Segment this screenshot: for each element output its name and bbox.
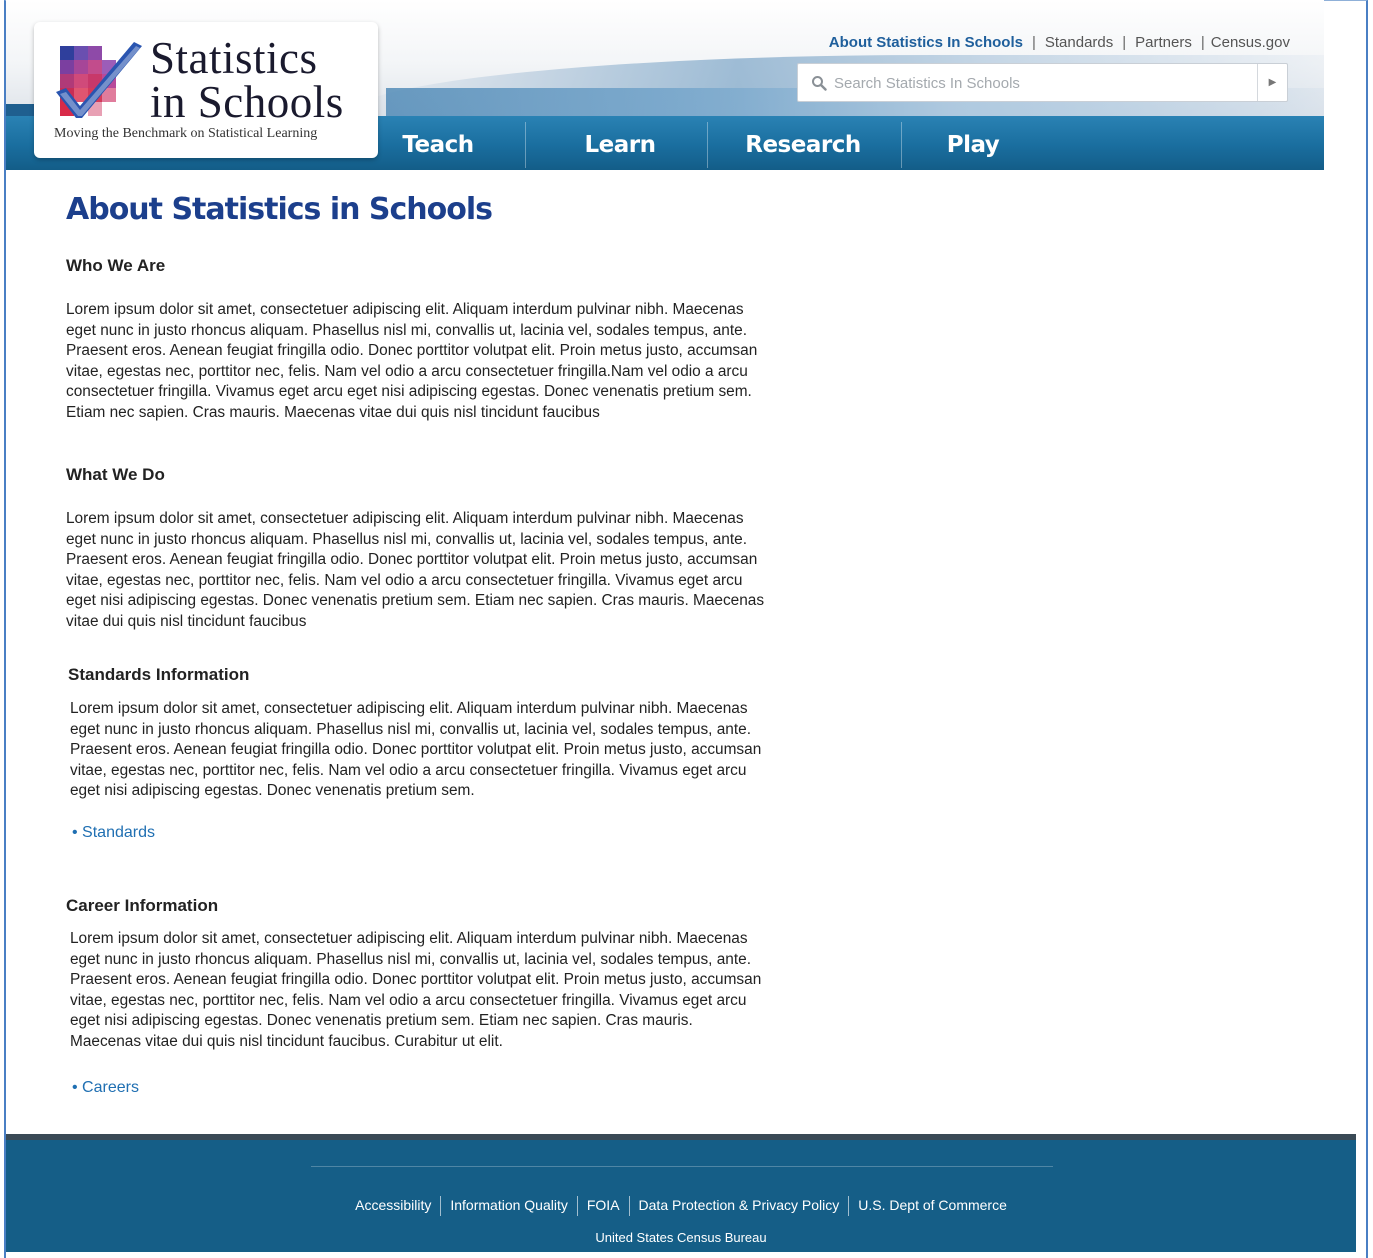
nav-learn[interactable]: Learn bbox=[546, 122, 694, 168]
site-footer: Accessibility Information Quality FOIA Data… bbox=[6, 1134, 1356, 1252]
text-line: Maecenas vitae dui quis nisl tincidunt f… bbox=[70, 1032, 503, 1050]
text-line: eget nisi adipiscing egestas. Donec vene… bbox=[66, 592, 765, 610]
nav-teach[interactable]: Teach bbox=[370, 122, 506, 168]
section-text-who-we-are: Lorem ipsum dolor sit amet, consectetuer… bbox=[66, 300, 841, 424]
text-line: Praesent eros. Aenean feugiat fringilla … bbox=[66, 551, 758, 569]
nav-play[interactable]: Play bbox=[906, 122, 1040, 168]
section-text-standards-information: Lorem ipsum dolor sit amet, consectetuer… bbox=[70, 699, 845, 802]
footer-link-dept-of-commerce[interactable]: U.S. Dept of Commerce bbox=[849, 1197, 1016, 1213]
nav-separator bbox=[525, 122, 526, 168]
section-heading-career-information: Career Information bbox=[66, 896, 219, 915]
footer-links: Accessibility Information Quality FOIA Data… bbox=[6, 1196, 1356, 1216]
footer-link-privacy-policy[interactable]: Data Protection & Privacy Policy bbox=[630, 1197, 849, 1213]
text-line: eget nunc in justo rhoncus aliquam. Phas… bbox=[70, 950, 751, 968]
link-partners[interactable]: Partners bbox=[1135, 34, 1192, 51]
section-text-what-we-do: Lorem ipsum dolor sit amet, consectetuer… bbox=[66, 509, 856, 633]
text-line: Lorem ipsum dolor sit amet, consectetuer… bbox=[70, 700, 748, 717]
section-heading-what-we-do: What We Do bbox=[66, 465, 165, 484]
footer-link-information-quality[interactable]: Information Quality bbox=[441, 1197, 577, 1213]
text-line: vitae dui quis nisl tincidunt faucibus bbox=[66, 612, 307, 630]
checkmark-logo-icon bbox=[56, 42, 142, 118]
footer-link-foia[interactable]: FOIA bbox=[578, 1197, 629, 1213]
footer-census-bureau[interactable]: United States Census Bureau bbox=[6, 1230, 1356, 1245]
search-input[interactable] bbox=[834, 70, 1244, 96]
section-heading-standards-information: Standards Information bbox=[68, 665, 250, 684]
text-line: Praesent eros. Aenean feugiat fringilla … bbox=[70, 741, 762, 759]
logo-tagline: Moving the Benchmark on Statistical Lear… bbox=[54, 126, 318, 141]
link-standards[interactable]: Standards bbox=[1045, 34, 1113, 51]
site-header: Statistics in Schools Moving the Benchma… bbox=[6, 0, 1324, 170]
arrow-right-icon[interactable]: ▶ bbox=[1257, 64, 1287, 101]
search-box: ▶ bbox=[797, 63, 1288, 102]
careers-link[interactable]: • Careers bbox=[72, 1079, 139, 1097]
text-line: Lorem ipsum dolor sit amet, consectetuer… bbox=[70, 930, 748, 947]
section-text-career-information: Lorem ipsum dolor sit amet, consectetuer… bbox=[70, 929, 845, 1053]
logo-title-line2: in Schools bbox=[150, 77, 344, 127]
site-logo[interactable]: Statistics in Schools Moving the Benchma… bbox=[34, 22, 378, 158]
footer-link-accessibility[interactable]: Accessibility bbox=[346, 1197, 440, 1213]
text-line: eget nunc in justo rhoncus aliquam. Phas… bbox=[70, 720, 751, 738]
standards-link[interactable]: • Standards bbox=[72, 824, 155, 842]
search-icon bbox=[812, 76, 827, 91]
link-about[interactable]: About Statistics In Schools bbox=[829, 34, 1023, 51]
utility-separator: | bbox=[1200, 34, 1205, 51]
text-line: Praesent eros. Aenean feugiat fringilla … bbox=[66, 342, 758, 360]
text-line: eget nunc in justo rhoncus aliquam. Phas… bbox=[66, 530, 747, 548]
text-line: eget nisi adipiscing egestas. Donec vene… bbox=[70, 1012, 693, 1030]
logo-title-line1: Statistics bbox=[150, 33, 318, 83]
nav-separator bbox=[901, 122, 902, 168]
nav-research[interactable]: Research bbox=[728, 122, 878, 168]
text-line: eget nunc in justo rhoncus aliquam. Phas… bbox=[66, 321, 747, 339]
text-line: Etiam nec sapien. Cras mauris. Maecenas … bbox=[66, 403, 600, 421]
footer-divider bbox=[311, 1166, 1053, 1167]
text-line: vitae, egestas nec, porttitor nec, felis… bbox=[66, 362, 748, 380]
link-census-gov[interactable]: Census.gov bbox=[1211, 34, 1290, 51]
text-line: Lorem ipsum dolor sit amet, consectetuer… bbox=[66, 510, 744, 527]
page-title: About Statistics in Schools bbox=[66, 192, 493, 227]
utility-links: About Statistics In Schools | Standards | Pa… bbox=[829, 34, 1290, 51]
utility-separator: | bbox=[1031, 34, 1036, 51]
utility-separator: | bbox=[1122, 34, 1127, 51]
text-line: Lorem ipsum dolor sit amet, consectetuer… bbox=[66, 301, 744, 318]
nav-separator bbox=[707, 122, 708, 168]
text-line: Praesent eros. Aenean feugiat fringilla … bbox=[70, 971, 762, 989]
text-line: consectetuer fringilla. Vivamus eget arc… bbox=[66, 383, 752, 401]
section-heading-who-we-are: Who We Are bbox=[66, 256, 166, 275]
text-line: eget nisi adipiscing egestas. Donec vene… bbox=[70, 782, 475, 800]
text-line: vitae, egestas nec, porttitor nec, felis… bbox=[70, 991, 747, 1009]
text-line: vitae, egestas nec, porttitor nec, felis… bbox=[70, 761, 747, 779]
text-line: vitae, egestas nec, porttitor nec, felis… bbox=[66, 571, 743, 589]
